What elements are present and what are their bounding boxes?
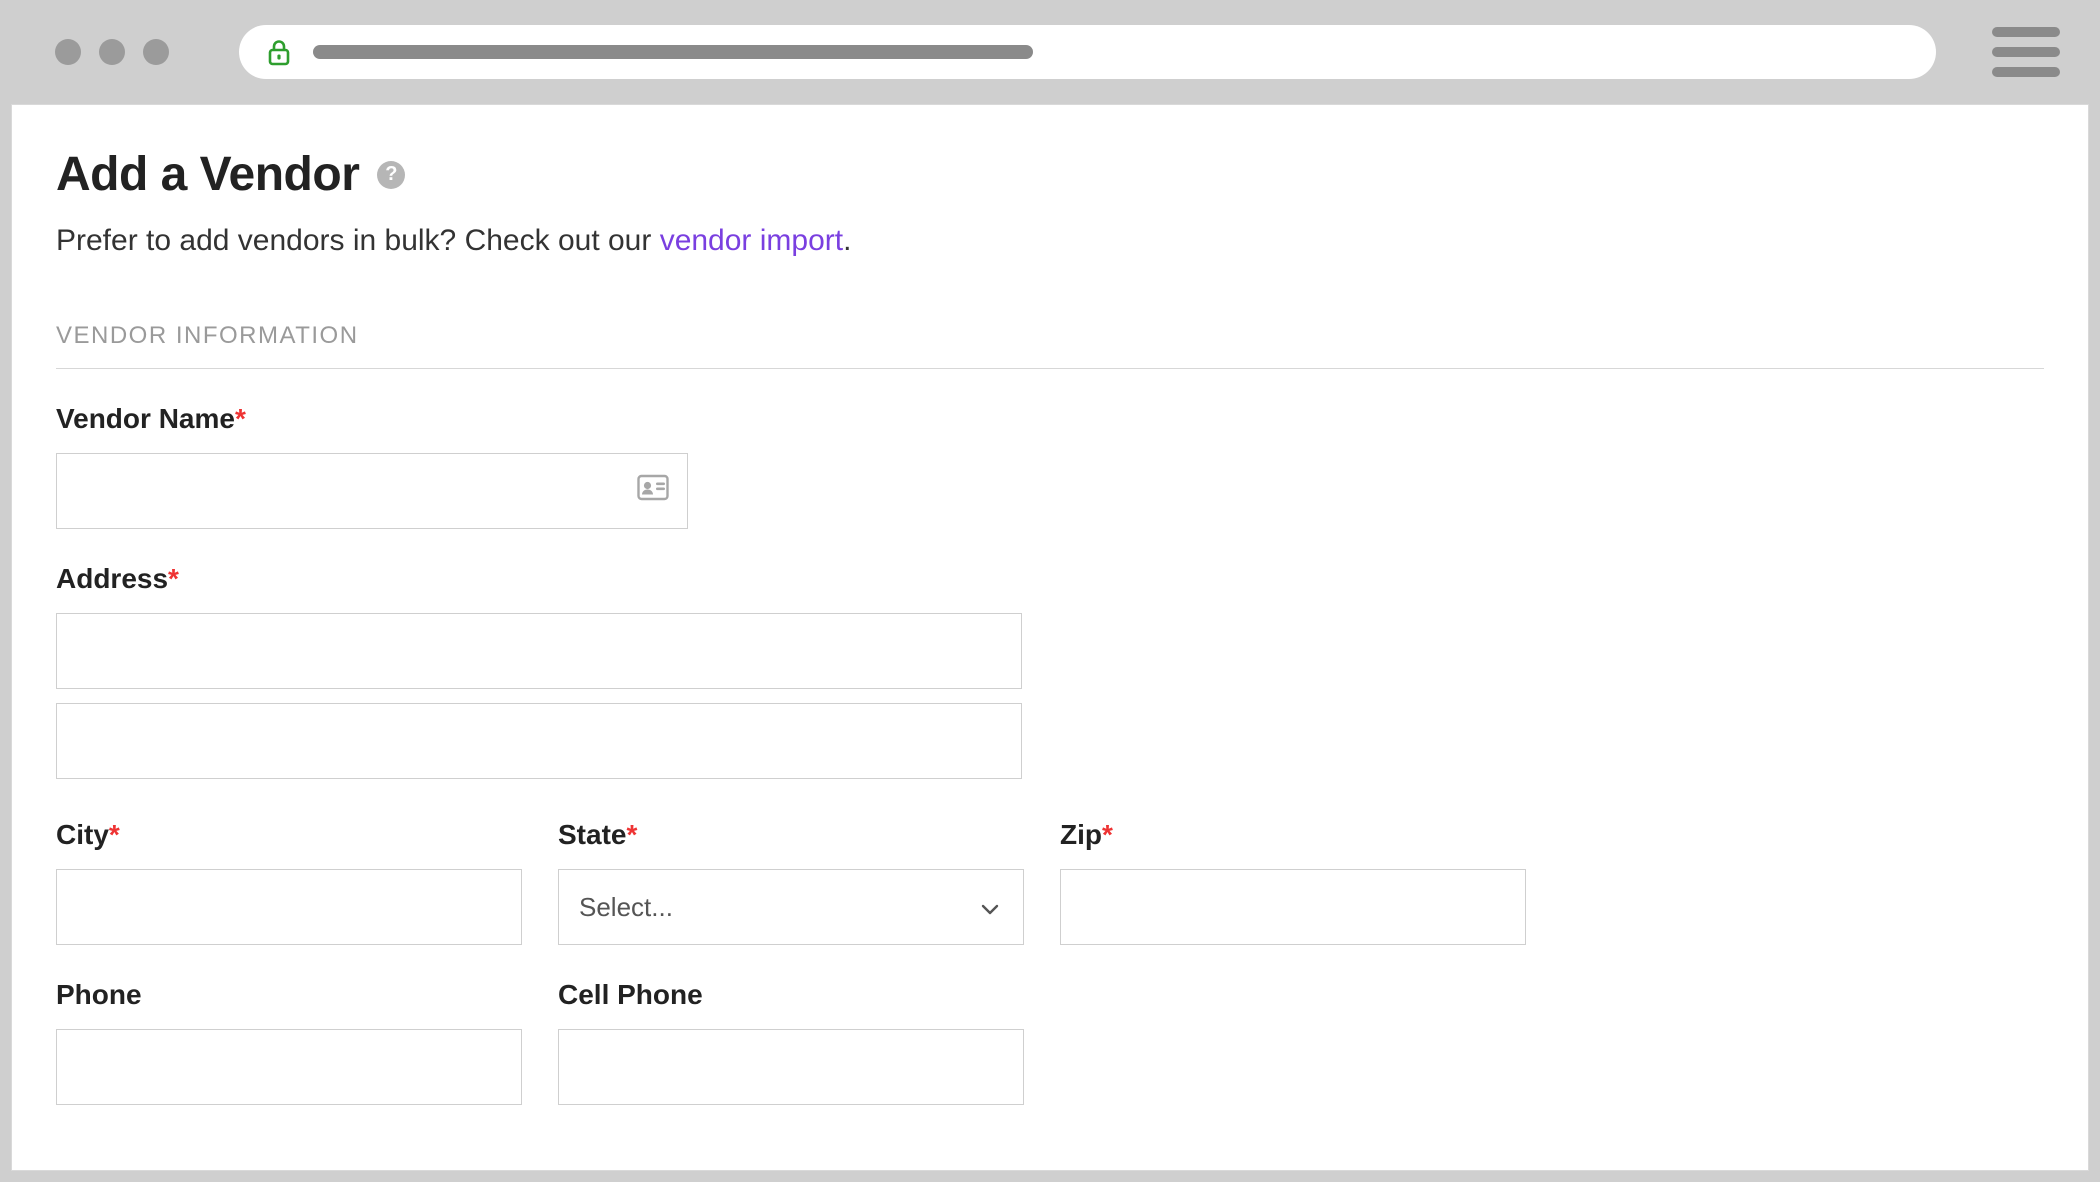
phone-row: Phone Cell Phone [56,979,2044,1105]
subtitle-prefix: Prefer to add vendors in bulk? Check out… [56,224,660,257]
vendor-import-link[interactable]: vendor import [660,224,843,257]
page-title: Add a Vendor [56,147,359,202]
field-zip: Zip* [1060,819,1526,945]
zip-label: Zip* [1060,819,1526,851]
page-content: Add a Vendor ? Prefer to add vendors in … [12,105,2088,1105]
hamburger-icon [1992,67,2060,77]
address-label: Address* [56,563,2044,595]
required-marker: * [109,819,120,850]
vendor-name-input[interactable] [77,454,667,528]
required-marker: * [168,563,179,594]
id-card-icon [637,475,669,508]
window-close-button[interactable] [55,39,81,65]
cell-phone-input-wrap [558,1029,1024,1105]
zip-input-wrap [1060,869,1526,945]
field-state: State* Select... [558,819,1024,945]
phone-input-wrap [56,1029,522,1105]
cell-phone-label: Cell Phone [558,979,1024,1011]
page-title-row: Add a Vendor ? [56,147,2044,202]
hamburger-icon [1992,47,2060,57]
city-label: City* [56,819,522,851]
hamburger-menu-button[interactable] [1992,27,2060,77]
address-bar[interactable] [239,25,1936,79]
field-phone: Phone [56,979,522,1105]
state-select[interactable]: Select... [558,869,1024,945]
required-marker: * [1102,819,1113,850]
cell-phone-input[interactable] [579,1030,1003,1104]
subtitle-suffix: . [843,224,851,257]
browser-window: Add a Vendor ? Prefer to add vendors in … [0,0,2100,1182]
zip-input[interactable] [1081,870,1505,944]
url-placeholder [313,45,1033,59]
state-label: State* [558,819,1024,851]
window-maximize-button[interactable] [143,39,169,65]
address-line1-wrap [56,613,1022,689]
address-line2-input[interactable] [77,704,1001,778]
label-text: Vendor Name [56,403,235,434]
vendor-name-label: Vendor Name* [56,403,2044,435]
field-address: Address* [56,563,2044,779]
field-city: City* [56,819,522,945]
chevron-down-icon [981,892,999,923]
window-controls [55,39,169,65]
city-state-zip-row: City* State* Select... [56,819,2044,945]
vendor-name-input-wrap [56,453,688,529]
lock-icon [267,38,291,66]
phone-label: Phone [56,979,522,1011]
state-selected-text: Select... [579,892,673,923]
address-line1-input[interactable] [77,614,1001,688]
phone-input[interactable] [77,1030,501,1104]
field-cell-phone: Cell Phone [558,979,1024,1105]
subtitle: Prefer to add vendors in bulk? Check out… [56,224,2044,258]
help-glyph: ? [385,163,397,186]
label-text: Zip [1060,819,1102,850]
page-frame: Add a Vendor ? Prefer to add vendors in … [11,104,2089,1171]
help-icon[interactable]: ? [377,161,405,189]
required-marker: * [626,819,637,850]
browser-chrome [0,0,2100,104]
label-text: Address [56,563,168,594]
address-line2-wrap [56,703,1022,779]
label-text: City [56,819,109,850]
field-vendor-name: Vendor Name* [56,403,2044,529]
city-input-wrap [56,869,522,945]
city-input[interactable] [77,870,501,944]
hamburger-icon [1992,27,2060,37]
window-minimize-button[interactable] [99,39,125,65]
required-marker: * [235,403,246,434]
section-header: VENDOR INFORMATION [56,322,2044,369]
label-text: State [558,819,626,850]
